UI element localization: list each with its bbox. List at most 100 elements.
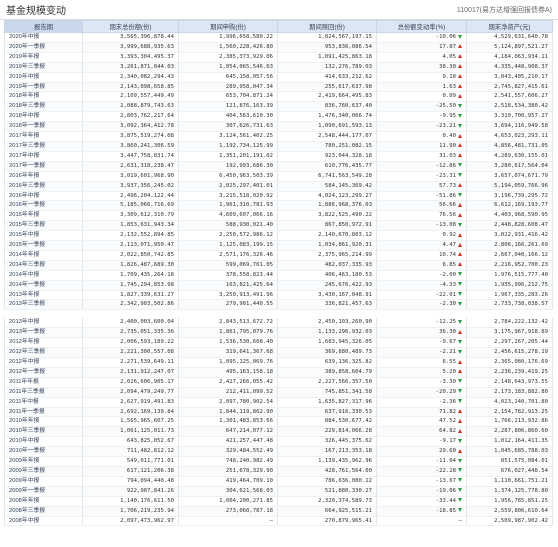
table-row: 2015年中报 2,132,552,894.85 2,250,572,986.12 2… <box>4 230 553 242</box>
table-row: 2018年一季报 3,092,364,412.78 307,626,731.63 1,… <box>4 121 553 133</box>
cell-redemptions: 1,683,945,326.05 <box>277 337 377 349</box>
cell-subscriptions-text: 3,250,913,491.96 <box>219 291 273 298</box>
cell-subscriptions-text: 647,214,077.12 <box>225 428 273 435</box>
cell-redemptions: 1,133,296,932.03 <box>277 327 377 339</box>
cell-subscriptions: 1,095,125,069.76 <box>178 357 278 368</box>
cell-net-assets-text: 4,529,631,640.78 <box>494 34 548 40</box>
cell-redemptions-text: 3,822,525,490.22 <box>318 212 372 219</box>
cell-change-rate-text: -12.25 <box>435 319 456 326</box>
cell-total-shares: 2,026,606,905.17 <box>82 377 179 388</box>
cell-subscriptions: 404,563,610.30 <box>178 111 278 123</box>
cell-subscriptions: 1,351,201,191.02 <box>178 151 278 162</box>
cell-redemptions-text: 369,880,489.73 <box>324 349 372 356</box>
cell-total-shares-text: 549,011,771.01 <box>126 458 174 465</box>
table-row: 2010年年报 1,565,965,607.25 1,301,483,853.66 8… <box>4 416 553 428</box>
cell-total-shares: 3,019,601,968.90 <box>82 171 179 182</box>
cell-period-text: 2008年中报 <box>9 517 40 524</box>
cell-subscriptions: 2,843,513,672.72 <box>178 318 278 329</box>
cell-subscriptions-text: 421,257,447.48 <box>225 438 273 445</box>
cell-net-assets-text: 2,448,828,608.47 <box>494 222 548 229</box>
cell-total-shares-text: 2,496,204,122.44 <box>120 192 174 199</box>
cell-change-rate: 0.40 <box>376 131 467 142</box>
cell-net-assets: 4,856,481,731.05 <box>466 141 553 152</box>
cell-total-shares: 922,907,841.26 <box>82 486 179 497</box>
cell-subscriptions-text: 1,125,083,199.15 <box>219 242 273 249</box>
cell-total-shares: 2,631,318,238.47 <box>82 161 179 172</box>
cell-total-shares: 3,447,758,831.74 <box>82 151 179 162</box>
cell-change-rate-text: -13.67 <box>435 477 456 484</box>
column-header-change-rate[interactable]: 总份额变动率(%) <box>376 20 467 33</box>
column-header-total-shares[interactable]: 期末总份额(份) <box>82 20 179 33</box>
column-header-period[interactable]: 报告期 <box>4 20 83 33</box>
cell-period-text: 2017年一季报 <box>9 162 46 169</box>
arrow-down-icon <box>458 389 462 394</box>
cell-net-assets-text: 2,173,183,882.80 <box>494 388 548 395</box>
cell-subscriptions: 192,993,686.30 <box>178 161 278 172</box>
cell-period-text: 2013年中报 <box>9 319 40 326</box>
cell-redemptions-text: 1,824,567,197.15 <box>318 34 372 40</box>
table-row: 2012年三季报 2,221,300,557.08 319,641,367.68 36… <box>4 347 553 358</box>
cell-change-rate-text: 29.60 <box>439 448 456 455</box>
cell-subscriptions-text: 307,626,731.63 <box>225 123 273 130</box>
cell-net-assets: 4,023,240,701.80 <box>466 397 553 408</box>
cell-period: 2017年一季报 <box>4 161 83 172</box>
cell-change-rate-text: -19.06 <box>435 487 456 494</box>
cell-change-rate: 29.60 <box>376 446 467 458</box>
cell-net-assets: 676,027,448.54 <box>466 466 553 477</box>
column-header-redemptions[interactable]: 期间赎回(份) <box>277 20 377 33</box>
table-row: 2009年中报 794,094,440.48 419,464,709.10 786,6… <box>4 476 553 487</box>
cell-net-assets-text: 3,657,074,671.79 <box>494 172 548 179</box>
cell-change-rate-text: -9.95 <box>439 113 456 120</box>
cell-total-shares-text: 2,271,539,649.11 <box>120 359 174 365</box>
table-row: 2014年三季报 1,826,487,689.30 599,069,761.05 48… <box>4 260 553 271</box>
cell-redemptions-text: 786,636,080.12 <box>324 477 372 484</box>
table-row: 2018年三季报 2,088,879,743.63 121,876,163.39 83… <box>4 101 553 113</box>
cell-net-assets: 1,374,125,778.80 <box>466 486 553 497</box>
cell-change-rate: -12.25 <box>376 318 467 329</box>
cell-net-assets-text: 3,043,405,210.17 <box>494 73 548 80</box>
cell-redemptions-text: 745,851,341.58 <box>324 388 372 395</box>
cell-change-rate-text: -25.50 <box>435 103 456 110</box>
cell-period-text: 2015年一季报 <box>9 242 46 249</box>
cell-total-shares: 2,109,557,449.49 <box>82 91 179 103</box>
column-header-net-assets[interactable]: 期末净资产(元) <box>466 20 553 33</box>
cell-net-assets-text: 3,022,931,416.42 <box>494 232 548 239</box>
cell-total-shares-text: 711,482,812.12 <box>126 448 174 455</box>
cell-net-assets: 2,297,267,205.44 <box>466 337 553 349</box>
cell-redemptions-text: 2,227,566,357.50 <box>318 378 372 385</box>
cell-net-assets-text: 4,184,063,934.11 <box>494 53 548 60</box>
cell-redemptions: 2,227,566,357.50 <box>277 377 377 388</box>
cell-period-text: 2010年中报 <box>9 438 40 445</box>
cell-period: 2009年三季报 <box>4 466 83 477</box>
cell-subscriptions: 2,097,780,902.54 <box>178 397 278 408</box>
table-row: 2010年一季报 711,482,812.12 329,484,552.49 167,… <box>4 446 553 458</box>
cell-period-text: 2016年年报 <box>9 172 40 179</box>
table-row: 2009年三季报 617,121,206.38 251,678,329.90 428,… <box>4 466 553 477</box>
cell-subscriptions-text: 1,192,734,125.99 <box>219 142 273 149</box>
cell-redemptions: 414,633,212.62 <box>277 72 377 83</box>
cell-total-shares-text: 3,937,356,245.02 <box>120 182 174 189</box>
cell-net-assets-text: 1,766,213,932.86 <box>494 418 548 425</box>
arrow-down-icon <box>458 123 462 128</box>
cell-net-assets-text: 2,297,267,205.44 <box>494 339 548 346</box>
cell-period: 2008年年报 <box>4 496 83 507</box>
cell-period: 2016年一季报 <box>4 200 83 212</box>
cell-subscriptions-text: 279,901,440.55 <box>225 301 273 308</box>
cell-subscriptions: 6,450,963,503.39 <box>178 171 278 182</box>
cell-redemptions: 167,213,353.18 <box>277 446 377 458</box>
cell-change-rate: 17.87 <box>376 42 467 53</box>
cell-subscriptions: 1,844,119,862.90 <box>178 407 278 418</box>
cell-redemptions-text: 867,850,972.91 <box>324 222 372 229</box>
cell-net-assets: 2,148,643,973.55 <box>466 377 553 388</box>
column-header-subscriptions[interactable]: 期间申购(份) <box>178 20 278 33</box>
table-row: 2014年年报 2,022,850,742.85 2,571,176,326.46 2… <box>4 250 553 261</box>
cell-period: 2019年年报 <box>4 52 83 63</box>
cell-total-shares-text: 3,875,519,274.08 <box>120 133 174 140</box>
cell-period: 2011年一季报 <box>4 407 83 418</box>
cell-subscriptions-text: 273,060,787.18 <box>225 507 273 514</box>
cell-net-assets-text: 2,216,952,700.23 <box>494 261 548 268</box>
cell-total-shares-text: 2,803,762,217.64 <box>120 113 174 120</box>
cell-redemptions: 336,821,457.63 <box>277 299 377 311</box>
cell-period: 2013年三季报 <box>4 299 83 311</box>
cell-total-shares: 617,121,206.38 <box>82 466 179 477</box>
